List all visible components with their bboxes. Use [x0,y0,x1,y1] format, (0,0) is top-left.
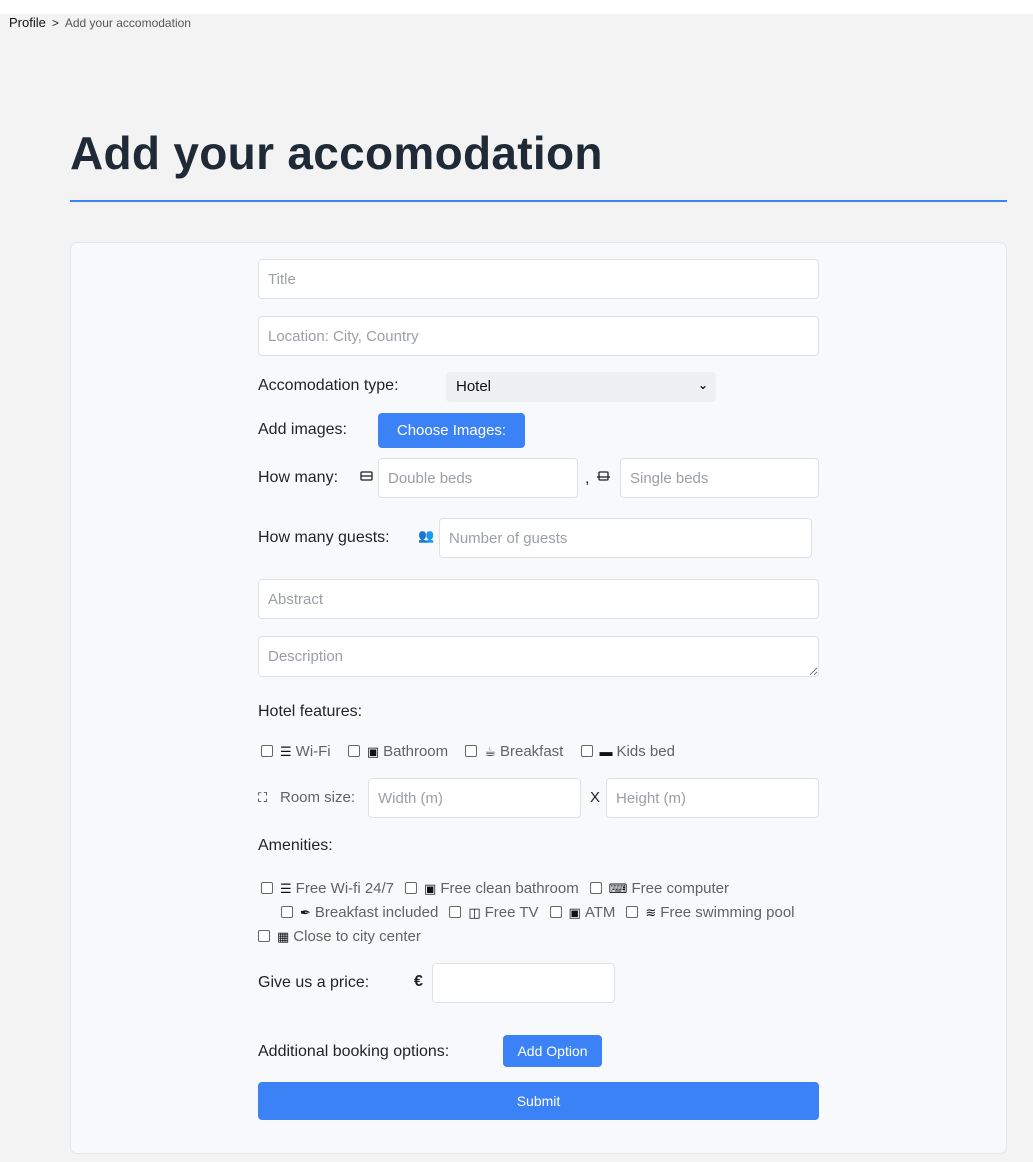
hotel-features-list: ☰ Wi-Fi ▣ Bathroom ☕ Breakfast ▬ Kids bed [261,743,688,760]
wifi-icon: ☰ [280,744,292,759]
price-input[interactable] [432,963,615,1003]
checkbox[interactable] [449,906,462,918]
checkbox[interactable] [347,745,360,757]
amenities-list: ☰ Free Wi-fi 24/7 ▣ Free clean bathroom ⌨ Fre… [258,877,818,949]
amenity-free-tv[interactable]: ◫ Free TV [449,901,539,925]
breadcrumb-separator: > [51,15,59,30]
checkbox[interactable] [626,906,639,918]
feature-bathroom[interactable]: ▣ Bathroom [347,743,448,760]
how-many-label: How many: [258,469,339,486]
checkbox[interactable] [281,906,293,918]
add-option-button[interactable]: Add Option [503,1035,602,1067]
double-bed-icon [360,471,373,481]
accomodation-type-value: Hotel [456,378,492,395]
checkbox[interactable] [258,930,270,942]
comma-separator: , [585,470,590,487]
hotel-features-label: Hotel features: [258,703,363,720]
feature-kids-bed[interactable]: ▬ Kids bed [580,743,675,760]
chevron-down-icon: ⌄ [697,378,708,392]
amenity-city-center[interactable]: ▦ Close to city center [258,925,421,949]
submit-button[interactable]: Submit [258,1082,819,1120]
double-beds-input[interactable] [378,458,578,498]
feature-breakfast[interactable]: ☕ Breakfast [465,743,563,760]
single-beds-input[interactable] [620,458,819,498]
page-title: Add your accomodation [70,127,603,179]
title-input[interactable] [258,259,819,299]
price-label: Give us a price: [258,974,370,991]
choose-images-button[interactable]: Choose Images: [378,413,525,448]
single-bed-icon [597,471,610,481]
utensil-icon: ✒ [300,905,311,920]
amenity-free-computer[interactable]: ⌨ Free computer [589,877,729,901]
checkbox[interactable] [465,745,478,757]
expand-icon: ⛶ [258,790,268,805]
amenity-pool[interactable]: ≋ Free swimming pool [626,901,795,925]
add-images-label: Add images: [258,421,347,438]
location-input[interactable] [258,316,819,356]
checkbox[interactable] [405,882,418,894]
amenity-atm[interactable]: ▣ ATM [549,901,615,925]
description-textarea[interactable] [258,636,819,677]
feature-wifi[interactable]: ☰ Wi-Fi [261,743,331,760]
amenity-free-bathroom[interactable]: ▣ Free clean bathroom [405,877,579,901]
accomodation-type-label: Accomodation type: [258,377,399,394]
amenity-breakfast[interactable]: ✒ Breakfast included [281,901,438,925]
cup-icon: ☕ [484,744,496,759]
times-separator: X [590,789,601,806]
bath-icon: ▣ [366,744,380,759]
room-size-label: Room size: [280,789,356,806]
city-icon: ▦ [277,929,290,944]
euro-symbol: € [414,973,423,990]
abstract-input[interactable] [258,579,819,619]
top-bar [0,0,1033,14]
amenities-label: Amenities: [258,837,333,854]
title-divider [70,200,1007,202]
keyboard-icon: ⌨ [608,881,628,896]
bath-icon: ▣ [424,881,437,896]
breadcrumb-profile-link[interactable]: Profile [9,15,46,30]
checkbox[interactable] [261,745,273,757]
wifi-icon: ☰ [280,881,292,896]
booking-options-label: Additional booking options: [258,1043,450,1060]
people-icon: 👥 [418,528,435,543]
pool-icon: ≋ [645,905,657,920]
guests-input[interactable] [439,518,812,558]
room-height-input[interactable] [606,778,819,818]
room-width-input[interactable] [368,778,581,818]
checkbox[interactable] [589,882,602,894]
checkbox[interactable] [261,882,273,894]
bed-icon: ▬ [599,744,613,759]
checkbox[interactable] [580,745,593,757]
accomodation-type-select[interactable]: Hotel ⌄ [446,372,716,402]
how-many-guests-label: How many guests: [258,529,390,546]
checkbox[interactable] [549,906,562,918]
breadcrumb: Profile > Add your accomodation [9,15,191,30]
amenity-free-wifi[interactable]: ☰ Free Wi-fi 24/7 [261,877,394,901]
tv-icon: ◫ [468,905,481,920]
money-icon: ▣ [568,905,581,920]
breadcrumb-current: Add your accomodation [64,15,191,30]
